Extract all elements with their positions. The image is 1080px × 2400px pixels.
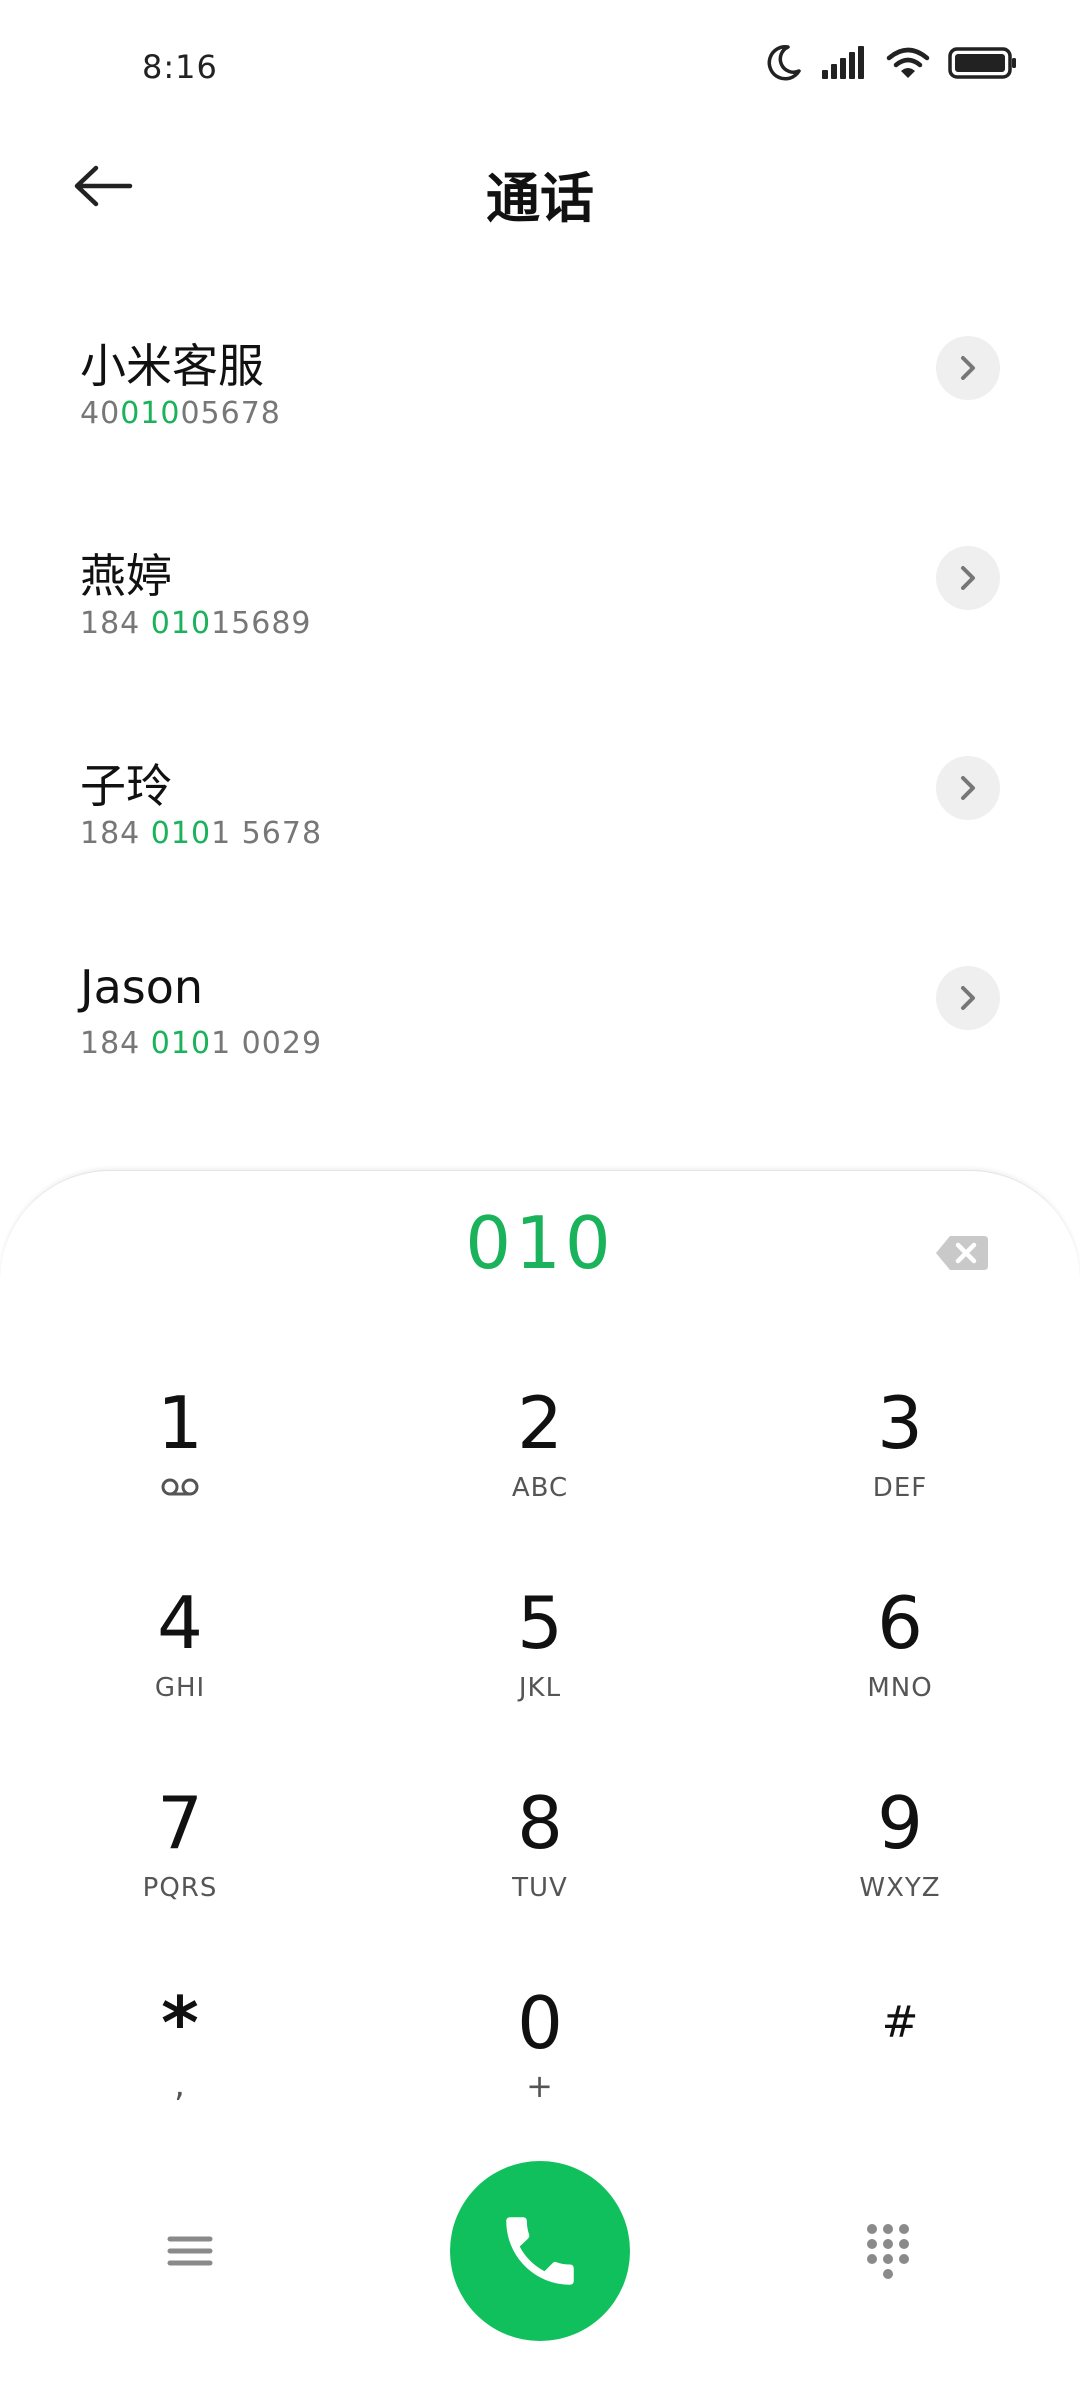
dialed-number: 010 bbox=[465, 1201, 615, 1285]
key-7[interactable]: 7 PQRS bbox=[30, 1781, 330, 1951]
key-letters: DEF bbox=[872, 1473, 928, 1503]
contact-name: 子玲 bbox=[80, 759, 172, 813]
menu-button[interactable] bbox=[160, 2221, 220, 2281]
menu-icon bbox=[167, 2236, 213, 2266]
moon-icon bbox=[767, 45, 801, 81]
contact-name: 燕婷 bbox=[80, 549, 172, 603]
chevron-right-icon bbox=[961, 356, 975, 380]
chevron-right-icon bbox=[961, 566, 975, 590]
key-0[interactable]: 0 + bbox=[390, 1981, 690, 2151]
key-digit: 6 bbox=[877, 1581, 923, 1665]
key-letters: ABC bbox=[511, 1473, 569, 1503]
key-letters: JKL bbox=[518, 1673, 562, 1703]
key-6[interactable]: 6 MNO bbox=[750, 1581, 1050, 1751]
backspace-button[interactable] bbox=[934, 1233, 990, 1273]
signal-icon bbox=[822, 46, 864, 79]
key-letters: MNO bbox=[867, 1673, 933, 1703]
call-button[interactable] bbox=[450, 2161, 630, 2341]
key-digit: 9 bbox=[877, 1781, 923, 1865]
key-letters: PQRS bbox=[142, 1873, 218, 1903]
key-letters: GHI bbox=[154, 1673, 206, 1703]
backspace-icon bbox=[936, 1236, 988, 1270]
contact-number: 184 0101 5678 bbox=[80, 816, 323, 851]
key-digit: 2 bbox=[517, 1381, 563, 1465]
contact-number: 4001005678 bbox=[80, 396, 281, 431]
key-4[interactable]: 4 GHI bbox=[30, 1581, 330, 1751]
contact-detail-button[interactable] bbox=[936, 546, 1000, 610]
status-bar: 8:16 bbox=[0, 0, 1080, 130]
contact-number: 184 01015689 bbox=[80, 606, 312, 641]
phone-icon bbox=[506, 2217, 574, 2285]
contact-detail-button[interactable] bbox=[936, 756, 1000, 820]
key-digit: 4 bbox=[157, 1581, 203, 1665]
call-bar bbox=[0, 2161, 1080, 2351]
match-highlight: 010 bbox=[150, 606, 212, 641]
key-digit: * bbox=[161, 1981, 199, 2065]
app-header: 通话 bbox=[0, 130, 1080, 240]
contact-row[interactable]: Jason 184 0101 0029 bbox=[0, 930, 1080, 1140]
match-highlight: 010 bbox=[120, 396, 181, 431]
key-letters: WXYZ bbox=[859, 1873, 941, 1903]
key-digit: 3 bbox=[877, 1381, 923, 1465]
key-star[interactable]: * , bbox=[30, 1981, 330, 2151]
contact-row[interactable]: 燕婷 184 01015689 bbox=[0, 510, 1080, 720]
key-digit: 1 bbox=[157, 1381, 203, 1465]
wifi-icon bbox=[886, 47, 930, 78]
key-digit: # bbox=[881, 1997, 919, 2048]
key-3[interactable]: 3 DEF bbox=[750, 1381, 1050, 1551]
contact-detail-button[interactable] bbox=[936, 336, 1000, 400]
contact-list: 小米客服 4001005678 燕婷 184 01015689 子玲 184 0… bbox=[0, 300, 1080, 1140]
key-5[interactable]: 5 JKL bbox=[390, 1581, 690, 1751]
contact-name: Jason bbox=[80, 960, 204, 1014]
key-2[interactable]: 2 ABC bbox=[390, 1381, 690, 1551]
battery-icon bbox=[948, 47, 1016, 79]
key-hash[interactable]: # bbox=[750, 1981, 1050, 2151]
key-1[interactable]: 1 bbox=[30, 1381, 330, 1551]
key-letters: + bbox=[526, 2067, 554, 2105]
match-highlight: 010 bbox=[150, 816, 212, 851]
contact-row[interactable]: 小米客服 4001005678 bbox=[0, 300, 1080, 510]
key-8[interactable]: 8 TUV bbox=[390, 1781, 690, 1951]
key-digit: 0 bbox=[517, 1981, 563, 2065]
status-icons bbox=[766, 44, 1018, 82]
key-digit: 8 bbox=[517, 1781, 563, 1865]
page-title: 通话 bbox=[486, 167, 594, 230]
key-digit: 5 bbox=[517, 1581, 563, 1665]
match-highlight: 010 bbox=[150, 1026, 212, 1061]
key-9[interactable]: 9 WXYZ bbox=[750, 1781, 1050, 1951]
key-letters: TUV bbox=[512, 1873, 568, 1903]
contact-number: 184 0101 0029 bbox=[80, 1026, 323, 1061]
contact-row[interactable]: 子玲 184 0101 5678 bbox=[0, 720, 1080, 930]
key-digit: 7 bbox=[157, 1781, 203, 1865]
dialer-screen: 8:16 通话 小米客服 4001005678 燕婷 184 01015689 … bbox=[0, 0, 1080, 2400]
chevron-right-icon bbox=[961, 776, 975, 800]
chevron-right-icon bbox=[961, 986, 975, 1010]
status-time: 8:16 bbox=[142, 48, 218, 86]
contact-detail-button[interactable] bbox=[936, 966, 1000, 1030]
voicemail-icon bbox=[161, 1478, 199, 1496]
dialpad-panel: 010 1 2 ABC 3 DEF 4 GHI 5 JKL 6 MNO 7 PQ… bbox=[0, 1170, 1080, 2400]
contact-name: 小米客服 bbox=[80, 339, 264, 393]
dialpad-icon bbox=[867, 2224, 909, 2279]
key-letters: , bbox=[174, 2065, 186, 2105]
keypad-toggle-button[interactable] bbox=[858, 2217, 918, 2287]
